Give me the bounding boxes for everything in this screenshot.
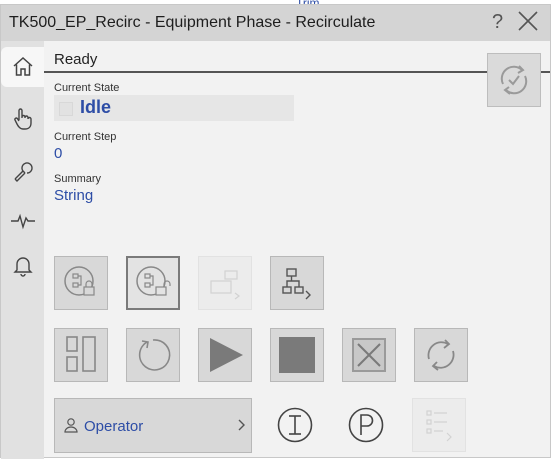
bell-icon <box>13 257 33 277</box>
stop-button[interactable] <box>270 328 324 382</box>
info-circle-icon <box>277 407 313 443</box>
unlock-tree-icon <box>136 266 171 296</box>
current-step-label: Current Step <box>54 131 117 143</box>
state-indicator <box>59 102 73 116</box>
reset-icon <box>138 339 171 371</box>
release-lock-button[interactable] <box>126 256 180 310</box>
current-state-label: Current State <box>54 82 120 94</box>
status-text: Ready <box>54 51 98 68</box>
stop-icon <box>279 337 315 373</box>
restart-button[interactable] <box>414 328 468 382</box>
equipment-phase-window: TK500_EP_Recirc - Equipment Phase - Reci… <box>0 4 551 459</box>
restart-icon <box>427 339 455 371</box>
current-state-box: Idle <box>54 95 294 121</box>
pause-button[interactable] <box>54 328 108 382</box>
chevron-right-icon <box>238 419 245 431</box>
sidebar-item-alarms[interactable] <box>5 247 41 283</box>
summary-value: String <box>54 187 94 204</box>
start-button[interactable] <box>198 328 252 382</box>
pause-bars-icon <box>66 336 96 372</box>
wrench-icon <box>14 162 33 182</box>
current-state-value: Idle <box>80 97 112 117</box>
transfer-button[interactable] <box>198 256 252 310</box>
lock-tree-icon <box>64 266 95 296</box>
hierarchy-icon <box>282 268 311 300</box>
abort-button[interactable] <box>342 328 396 382</box>
current-step-value: 0 <box>54 145 63 162</box>
home-panel: Ready Current State Idle Current Step 0 … <box>44 41 550 457</box>
user-icon <box>64 418 78 433</box>
play-icon <box>210 338 243 372</box>
step-list-button[interactable] <box>412 398 466 452</box>
pulse-icon <box>11 213 35 230</box>
sidebar-item-maintenance[interactable] <box>5 153 41 189</box>
info-button[interactable] <box>268 398 322 452</box>
sidebar-item-manual[interactable] <box>5 101 41 137</box>
refresh-icon <box>500 65 528 95</box>
sidebar-item-home[interactable] <box>1 47 44 87</box>
close-icon[interactable] <box>516 9 540 33</box>
help-button[interactable]: ? <box>492 11 503 34</box>
p-circle-icon <box>348 407 384 443</box>
hierarchy-button[interactable] <box>270 256 324 310</box>
acquire-lock-button[interactable] <box>54 256 108 310</box>
reset-button[interactable] <box>126 328 180 382</box>
refresh-button[interactable] <box>487 53 541 107</box>
hand-pointer-icon <box>14 108 32 130</box>
summary-label: Summary <box>54 173 102 185</box>
window-title: TK500_EP_Recirc - Equipment Phase - Reci… <box>9 14 376 31</box>
operator-button[interactable]: Operator <box>54 398 252 453</box>
parameters-button[interactable] <box>339 398 393 452</box>
operator-label: Operator <box>84 418 144 435</box>
list-icon <box>426 410 452 442</box>
title-bar: TK500_EP_Recirc - Equipment Phase - Reci… <box>1 5 550 41</box>
home-icon <box>13 56 32 76</box>
sidebar <box>1 41 44 459</box>
transfer-icon <box>210 270 240 300</box>
sidebar-item-trend[interactable] <box>5 203 41 239</box>
status-divider <box>44 71 550 73</box>
abort-icon <box>352 338 386 372</box>
